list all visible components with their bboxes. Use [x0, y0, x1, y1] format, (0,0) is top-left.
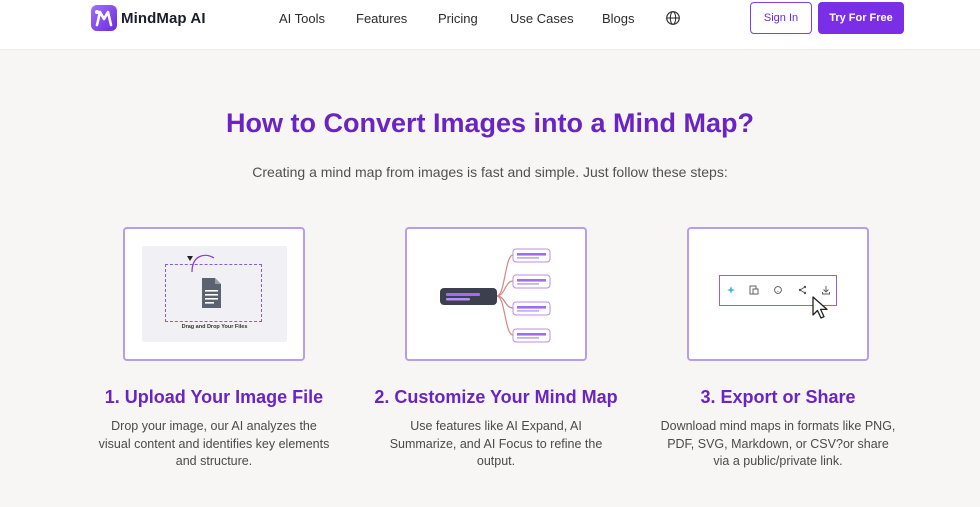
nav-use-cases[interactable]: Use Cases: [510, 11, 574, 26]
drop-zone-caption: Drag and Drop Your Files: [181, 324, 248, 330]
image-file-icon: [749, 285, 759, 295]
step-3-title: 3. Export or Share: [700, 387, 856, 407]
nav-blogs[interactable]: Blogs: [602, 11, 635, 26]
step-2-description: Use features like AI Expand, AI Summariz…: [389, 419, 603, 468]
try-for-free-button[interactable]: Try For Free: [818, 2, 904, 34]
drop-zone-illustration: Drag and Drop Your Files: [142, 246, 287, 342]
mindmap-illustration-card: [405, 227, 587, 361]
share-icon: [798, 285, 807, 295]
help-icon: [774, 286, 782, 294]
export-illustration-card: [687, 227, 869, 361]
mindmap-diagram-icon: [440, 248, 551, 343]
section-subtitle: Creating a mind map from images is fast …: [252, 164, 728, 180]
nav-ai-tools[interactable]: AI Tools: [279, 11, 325, 26]
nav-features[interactable]: Features: [356, 11, 407, 26]
step-3-description: Download mind maps in formats like PNG, …: [660, 419, 896, 468]
sparkle-icon: [727, 286, 735, 294]
nav-pricing[interactable]: Pricing: [438, 11, 478, 26]
upload-illustration-card: Drag and Drop Your Files: [123, 227, 305, 361]
globe-icon[interactable]: [665, 10, 681, 26]
download-icon: [822, 286, 830, 295]
section-title: How to Convert Images into a Mind Map?: [225, 108, 755, 138]
step-1-title: 1. Upload Your Image File: [104, 387, 324, 407]
step-2-title: 2. Customize Your Mind Map: [374, 387, 618, 407]
site-header: MindMap AI AI Tools Features Pricing Use…: [0, 0, 980, 50]
step-1-description: Drop your image, our AI analyzes the vis…: [98, 419, 330, 468]
sign-in-button[interactable]: Sign In: [750, 2, 812, 34]
mouse-cursor-icon: [812, 296, 828, 319]
